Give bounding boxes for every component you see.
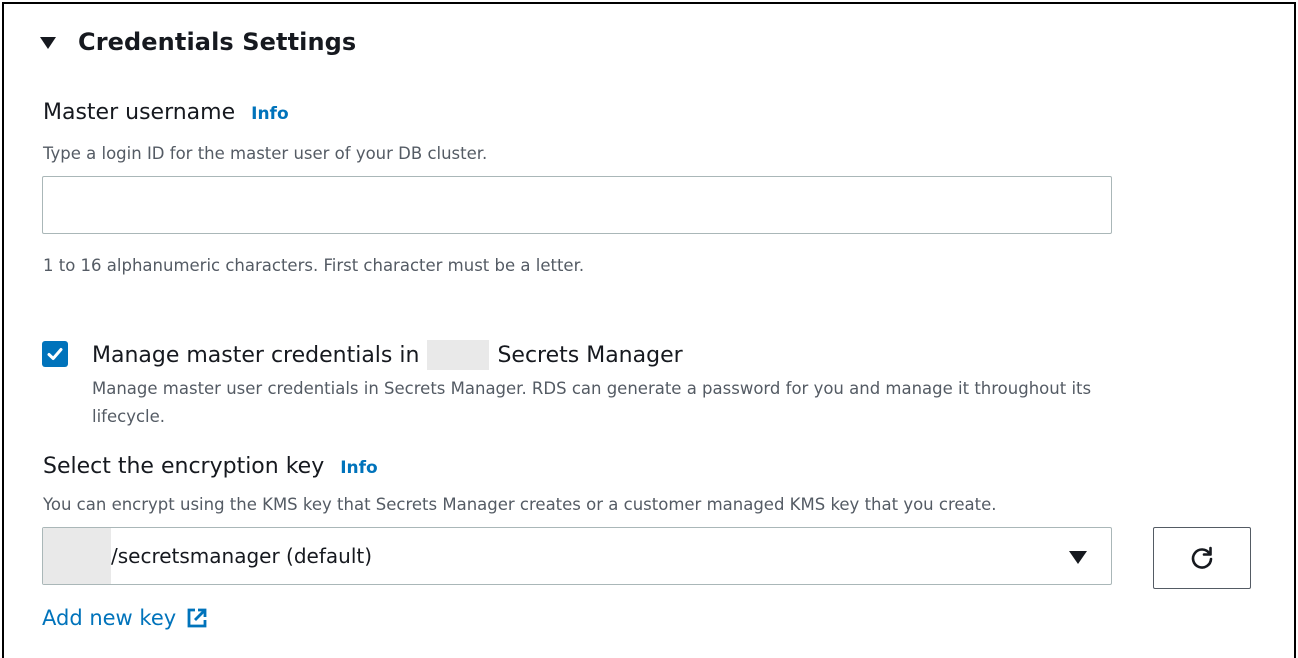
manage-credentials-checkbox[interactable] [42,341,68,367]
caret-down-icon [40,37,56,49]
caret-down-icon [1069,551,1087,564]
master-username-description: Type a login ID for the master user of y… [43,144,488,163]
redacted-area [427,340,490,370]
credentials-settings-toggle[interactable]: Credentials Settings [40,28,356,56]
master-username-constraint: 1 to 16 alphanumeric characters. First c… [43,256,585,275]
add-new-key-label: Add new key [42,606,177,630]
master-username-label: Master username [43,100,236,125]
encryption-key-label-row: Select the encryption key Info [43,454,378,479]
redacted-area [43,528,111,584]
external-link-icon [186,607,208,629]
manage-credentials-description: Manage master user credentials in Secret… [92,379,1092,426]
manage-credentials-label-start: Manage master credentials in [92,342,420,368]
refresh-icon [1191,546,1213,569]
refresh-button[interactable] [1153,527,1251,589]
encryption-key-select[interactable]: /secretsmanager (default) [42,527,1112,585]
section-title: Credentials Settings [78,28,357,56]
master-username-label-row: Master username Info [43,100,289,125]
encryption-key-selected-value: /secretsmanager (default) [111,544,373,568]
manage-credentials-label[interactable]: Manage master credentials in Secrets Man… [92,340,683,370]
add-new-key-link[interactable]: Add new key [42,606,208,630]
checkmark-icon [47,348,63,360]
encryption-key-info-link[interactable]: Info [340,458,378,478]
manage-credentials-label-end: Secrets Manager [497,342,683,368]
master-username-info-link[interactable]: Info [251,104,289,124]
encryption-key-description: You can encrypt using the KMS key that S… [43,495,997,514]
encryption-key-label: Select the encryption key [43,454,325,479]
master-username-input[interactable] [42,176,1112,234]
